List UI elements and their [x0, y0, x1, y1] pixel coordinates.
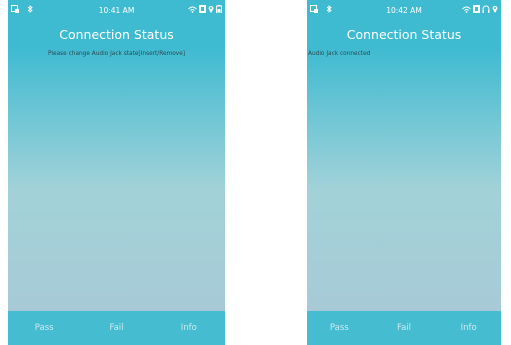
pass-button[interactable]: Pass — [307, 323, 372, 333]
page-title: Connection Status — [59, 27, 174, 42]
pass-button[interactable]: Pass — [8, 323, 80, 333]
sim-icon — [199, 5, 206, 13]
location-icon — [208, 5, 214, 13]
info-button[interactable]: Info — [153, 323, 225, 333]
phone-screen-2: 10:42 AM Connection Status Audio Jack co… — [307, 0, 501, 345]
sim-icon — [473, 5, 480, 13]
page-title: Connection Status — [346, 27, 462, 42]
wifi-icon — [462, 5, 471, 13]
info-button[interactable]: Info — [436, 323, 501, 333]
fail-button[interactable]: Fail — [80, 323, 152, 333]
status-right-icons — [462, 5, 498, 13]
status-bar: 10:41 AM — [8, 0, 225, 22]
bottom-action-bar: Pass Fail Info — [307, 311, 501, 345]
headset-icon — [482, 5, 490, 13]
bottom-action-bar: Pass Fail Info — [8, 311, 225, 345]
fail-button[interactable]: Fail — [372, 323, 437, 333]
status-message: Please change Audio Jack state[Insert/Re… — [47, 51, 186, 57]
status-bar: 10:42 AM — [307, 0, 501, 22]
location-icon — [492, 5, 498, 13]
status-right-icons — [188, 5, 222, 13]
status-message: Audio Jack connected — [308, 51, 371, 57]
wifi-icon — [188, 5, 197, 13]
battery-icon — [216, 5, 222, 13]
phone-screen-1: 10:41 AM Connection Status Please change… — [8, 0, 225, 345]
